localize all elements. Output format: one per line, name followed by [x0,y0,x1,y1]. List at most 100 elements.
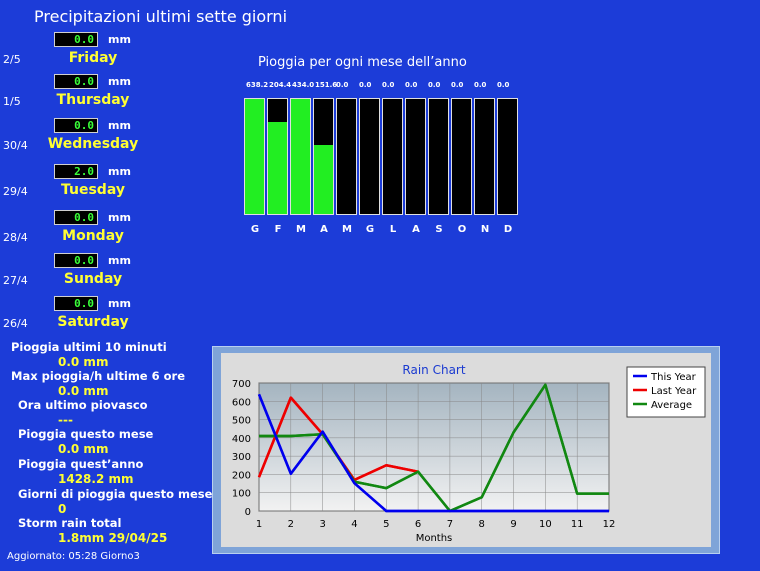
day-name: Saturday [57,314,129,330]
month-value-label: 434.0 [292,81,315,89]
month-value-label: 0.0 [405,81,418,89]
month-value-label: 151.6 [315,81,338,89]
unit-label: mm [108,254,131,267]
stat-label: Pioggia questo mese [18,427,154,441]
rain-line-chart: Rain Chart01002003004005006007001 2 3 4 5 6 7 8… [232,363,706,544]
month-value-label: 204.4 [269,81,292,89]
month-bar [428,98,449,215]
month-bar [451,98,472,215]
stat-label: Pioggia quest’anno [18,457,144,471]
x-tick-label: 5 [383,519,389,530]
day-rain-value: 0.0 [54,74,98,89]
rain-chart-panel: Rain Chart 0 100 200 300 400 500 600 700 1 2 3 4 5 6 7 8… [212,346,720,554]
month-value-label: 0.0 [336,81,349,89]
legend-label: Average [651,400,692,411]
stat-label: Giorni di pioggia questo mese [18,487,213,501]
day-name: Tuesday [61,182,125,198]
day-rain-value: 0.0 [54,118,98,133]
y-tick-label: 400 [232,434,251,445]
month-letter: G [365,224,375,235]
month-bar [474,98,495,215]
month-bar-fill [245,99,264,214]
month-letter: N [480,224,490,235]
unit-label: mm [108,211,131,224]
unit-label: mm [108,119,131,132]
month-value-label: 0.0 [428,81,441,89]
month-bar [313,98,334,215]
y-tick-label: 200 [232,470,251,481]
day-rain-value: 2.0 [54,164,98,179]
x-tick-label: 9 [510,519,516,530]
y-tick-label: 500 [232,416,251,427]
stat-value: 0.0 mm [58,384,109,398]
month-letter: A [320,224,328,235]
month-bar [359,98,380,215]
y-tick-label: 300 [232,452,251,463]
legend-label: This Year [650,372,697,383]
x-tick-label: 12 [603,519,616,530]
month-bar-fill [291,99,310,214]
month-letter: F [274,224,282,235]
day-rain-value: 0.0 [54,210,98,225]
x-tick-label: 3 [319,519,325,530]
x-tick-label: 10 [539,519,552,530]
month-bar [405,98,426,215]
day-date: 30/4 [3,139,28,152]
day-date: 26/4 [3,317,28,330]
stat-value: --- [58,413,73,427]
month-bar [382,98,403,215]
stat-value: 0 [58,502,67,516]
day-name: Friday [68,50,118,66]
x-tick-label: 8 [479,519,485,530]
day-date: 2/5 [3,53,21,66]
y-tick-label: 700 [232,379,251,390]
y-tick-label: 100 [232,489,251,500]
unit-label: mm [108,75,131,88]
rain-chart-area: Rain Chart 0 100 200 300 400 500 600 700 1 2 3 4 5 6 7 8… [221,353,711,547]
y-tick-label: 600 [232,397,251,408]
x-tick-label: 6 [415,519,421,530]
month-value-label: 638.2 [246,81,269,89]
day-name: Wednesday [47,136,139,152]
day-rain-value: 0.0 [54,32,98,47]
x-tick-label: 2 [288,519,294,530]
day-date: 28/4 [3,231,28,244]
month-bar [336,98,357,215]
month-value-label: 0.0 [382,81,395,89]
month-letter: M [296,224,306,235]
month-letter: D [503,224,513,235]
month-letter: O [457,224,467,235]
unit-label: mm [108,297,131,310]
month-letter: M [342,224,352,235]
stat-label: Max pioggia/h ultime 6 ore [11,369,185,383]
x-tick-label: 11 [571,519,584,530]
page-title: Precipitazioni ultimi sette giorni [34,7,288,26]
stat-label: Ora ultimo piovasco [18,398,148,412]
stat-value: 1.8mm 29/04/25 [58,531,168,545]
month-letter: L [389,224,397,235]
month-bar-fill [268,122,287,214]
month-bar [244,98,265,215]
day-date: 29/4 [3,185,28,198]
month-value-label: 0.0 [359,81,372,89]
y-tick-label: 0 [245,507,251,518]
month-value-label: 0.0 [451,81,464,89]
unit-label: mm [108,165,131,178]
day-date: 1/5 [3,95,21,108]
x-tick-label: 7 [447,519,453,530]
monthly-chart-title: Pioggia per ogni mese dell’anno [258,55,467,70]
month-bar-fill [314,145,333,214]
stat-value: 1428.2 mm [58,472,134,486]
stat-value: 0.0 mm [58,355,109,369]
day-rain-value: 0.0 [54,296,98,311]
legend-label: Last Year [651,386,697,397]
stat-label: Storm rain total [18,516,122,530]
unit-label: mm [108,33,131,46]
day-rain-value: 0.0 [54,253,98,268]
x-tick-label: 1 [256,519,262,530]
month-value-label: 0.0 [474,81,487,89]
chart-title: Rain Chart [402,363,465,377]
day-name: Monday [62,228,124,244]
month-letter: A [412,224,420,235]
stat-label: Pioggia ultimi 10 minuti [11,340,167,354]
